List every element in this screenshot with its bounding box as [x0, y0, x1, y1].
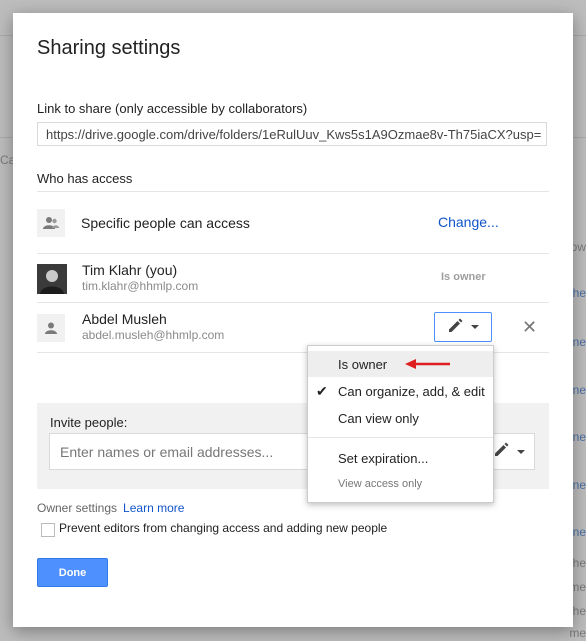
divider	[37, 302, 549, 303]
person-email: abdel.musleh@hhmlp.com	[82, 328, 225, 342]
prevent-editors-label: Prevent editors from changing access and…	[59, 521, 388, 535]
people-icon	[37, 209, 65, 237]
bg-edge-text: ne	[572, 430, 586, 444]
menu-item-label: Can organize, add, & edit	[338, 383, 485, 399]
menu-item-can-organize[interactable]: ✔ Can organize, add, & edit	[308, 378, 493, 404]
pencil-icon	[447, 316, 465, 339]
menu-item-label: Is owner	[338, 356, 388, 372]
owner-settings: Owner settings Learn more	[37, 501, 184, 515]
bg-edge-text: ne	[572, 525, 586, 539]
change-access-link[interactable]: Change...	[438, 214, 499, 230]
menu-item-set-expiration[interactable]: Set expiration...	[308, 445, 493, 471]
checkmark-icon: ✔	[316, 382, 328, 399]
owner-settings-label: Owner settings	[37, 501, 118, 515]
prevent-editors-checkbox[interactable]	[41, 523, 55, 537]
divider	[37, 191, 549, 192]
bg-edge-text: he	[572, 286, 586, 300]
role-menu: Is owner ✔ Can organize, add, & edit Can…	[307, 345, 494, 503]
annotation-arrow-icon	[405, 359, 450, 369]
dialog-title: Sharing settings	[37, 37, 181, 59]
role-label: Is owner	[441, 271, 486, 283]
pencil-icon	[493, 440, 511, 463]
menu-item-can-view-only[interactable]: Can view only	[308, 405, 493, 431]
bg-edge-text: he	[572, 556, 586, 570]
menu-item-label: Set expiration...	[338, 450, 429, 466]
chevron-down-icon	[471, 325, 479, 329]
chevron-down-icon	[517, 449, 525, 454]
invite-input[interactable]: Enter names or email addresses...	[49, 433, 349, 470]
share-link-field[interactable]: https://drive.google.com/drive/folders/1…	[37, 122, 547, 146]
bg-edge-text: me	[569, 626, 586, 640]
who-has-access-heading: Who has access	[37, 171, 133, 186]
menu-divider	[308, 437, 493, 438]
access-setting-text: Specific people can access	[81, 215, 250, 231]
divider	[37, 253, 549, 254]
done-button[interactable]: Done	[37, 558, 108, 587]
person-name: Tim Klahr (you)	[82, 262, 178, 278]
bg-edge-text: ne	[572, 383, 586, 397]
menu-item-label: View access only	[338, 478, 423, 490]
menu-item-label: Can view only	[338, 410, 419, 426]
bg-edge-text: he	[572, 604, 586, 618]
sharing-settings-dialog: Sharing settings Link to share (only acc…	[13, 13, 573, 627]
learn-more-link[interactable]: Learn more	[123, 501, 184, 515]
person-name: Abdel Musleh	[82, 311, 167, 327]
person-icon	[37, 314, 65, 342]
menu-item-is-owner[interactable]: Is owner	[308, 351, 493, 377]
remove-person-button[interactable]: ✕	[522, 317, 537, 338]
avatar	[37, 264, 67, 294]
bg-edge-text: ne	[572, 335, 586, 349]
invite-label: Invite people:	[50, 415, 128, 430]
link-label: Link to share (only accessible by collab…	[37, 101, 308, 116]
bg-edge-text: ne	[572, 478, 586, 492]
menu-item-view-access-only[interactable]: View access only	[308, 471, 493, 497]
person-email: tim.klahr@hhmlp.com	[82, 279, 199, 293]
role-dropdown-button[interactable]	[434, 312, 492, 342]
